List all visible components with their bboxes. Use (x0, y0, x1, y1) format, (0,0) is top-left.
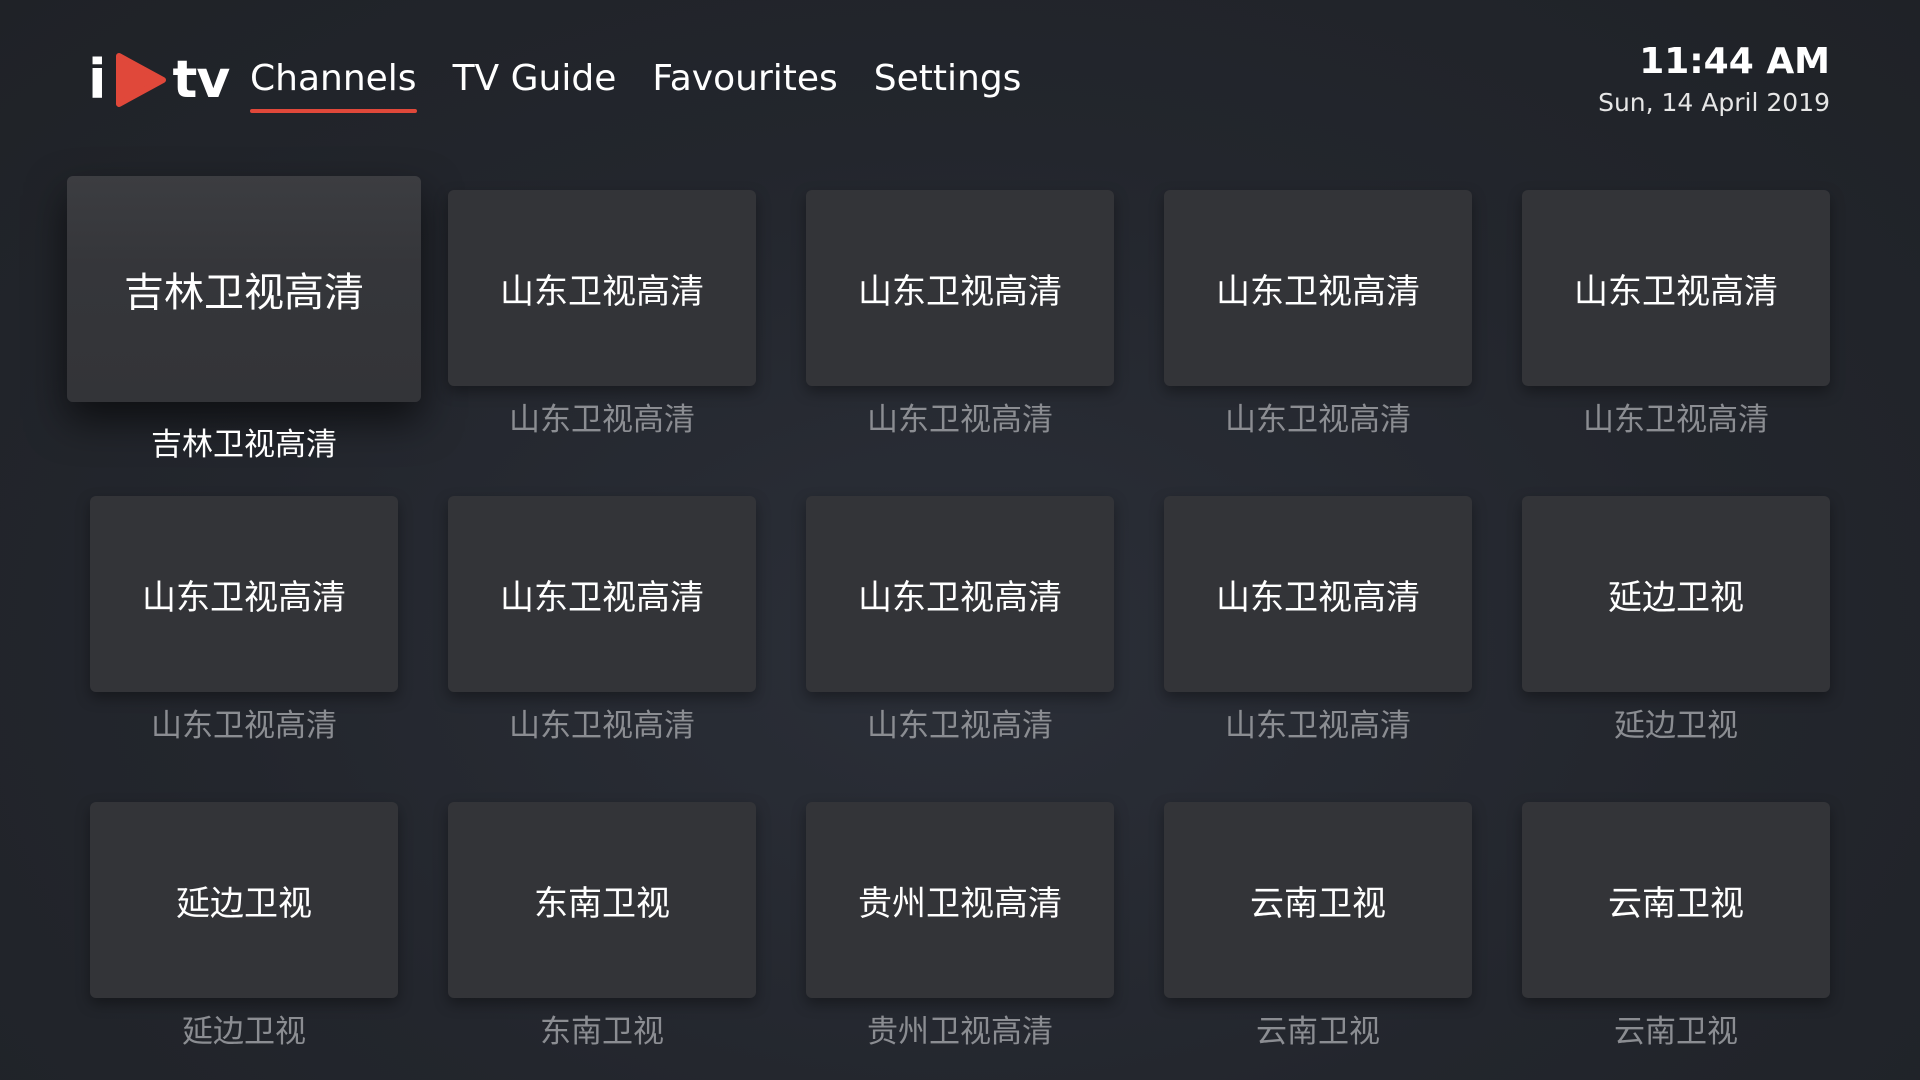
channel-tile[interactable]: 山东卫视高清 (806, 496, 1114, 692)
channel-tile[interactable]: 贵州卫视高清 (806, 802, 1114, 998)
channel-caption: 山东卫视高清 (867, 402, 1053, 438)
channel-tile-title: 山东卫视高清 (858, 577, 1062, 618)
channel-grid: 吉林卫视高清 吉林卫视高清 山东卫视高清 山东卫视高清 山东卫视高清 山东卫视高… (0, 0, 1920, 1080)
channel-tile[interactable]: 山东卫视高清 (90, 496, 398, 692)
channel-tile-title: 山东卫视高清 (500, 271, 704, 312)
channel-tile[interactable]: 东南卫视 (448, 802, 756, 998)
channel-tile[interactable]: 云南卫视 (1164, 802, 1472, 998)
channel-caption: 山东卫视高清 (867, 708, 1053, 744)
channel-tile-title: 云南卫视 (1608, 883, 1744, 924)
channel-tile[interactable]: 山东卫视高清 (448, 190, 756, 386)
channel-caption: 云南卫视 (1256, 1014, 1380, 1050)
channel-caption: 山东卫视高清 (1583, 402, 1769, 438)
channel-tile-title: 东南卫视 (534, 883, 670, 924)
channel-caption: 延边卫视 (182, 1014, 306, 1050)
channel-tile[interactable]: 山东卫视高清 (806, 190, 1114, 386)
channel-tile[interactable]: 山东卫视高清 (448, 496, 756, 692)
channel-tile-title: 吉林卫视高清 (124, 270, 364, 316)
channel-tile-title: 延边卫视 (176, 883, 312, 924)
channel-caption: 吉林卫视高清 (151, 427, 337, 463)
channel-tile-title: 山东卫视高清 (1574, 271, 1778, 312)
channel-caption: 山东卫视高清 (1225, 708, 1411, 744)
channel-tile[interactable]: 山东卫视高清 (1164, 190, 1472, 386)
channel-caption: 山东卫视高清 (509, 708, 695, 744)
channel-tile-title: 山东卫视高清 (858, 271, 1062, 312)
channel-tile[interactable]: 延边卫视 (90, 802, 398, 998)
channel-caption: 贵州卫视高清 (867, 1014, 1053, 1050)
channel-tile[interactable]: 山东卫视高清 (1164, 496, 1472, 692)
channel-tile-title: 山东卫视高清 (1216, 271, 1420, 312)
channel-caption: 山东卫视高清 (1225, 402, 1411, 438)
channel-tile[interactable]: 延边卫视 (1522, 496, 1830, 692)
channel-tile-title: 山东卫视高清 (142, 577, 346, 618)
channel-tile-title: 延边卫视 (1608, 577, 1744, 618)
channel-tile[interactable]: 吉林卫视高清 (67, 176, 421, 402)
channel-tile-title: 贵州卫视高清 (858, 883, 1062, 924)
channel-tile-title: 山东卫视高清 (1216, 577, 1420, 618)
channel-tile[interactable]: 山东卫视高清 (1522, 190, 1830, 386)
channel-caption: 山东卫视高清 (151, 708, 337, 744)
channel-tile[interactable]: 云南卫视 (1522, 802, 1830, 998)
channel-caption: 山东卫视高清 (509, 402, 695, 438)
channel-caption: 东南卫视 (540, 1014, 664, 1050)
channel-caption: 云南卫视 (1614, 1014, 1738, 1050)
channel-caption: 延边卫视 (1614, 708, 1738, 744)
channel-tile-title: 云南卫视 (1250, 883, 1386, 924)
channel-tile-title: 山东卫视高清 (500, 577, 704, 618)
